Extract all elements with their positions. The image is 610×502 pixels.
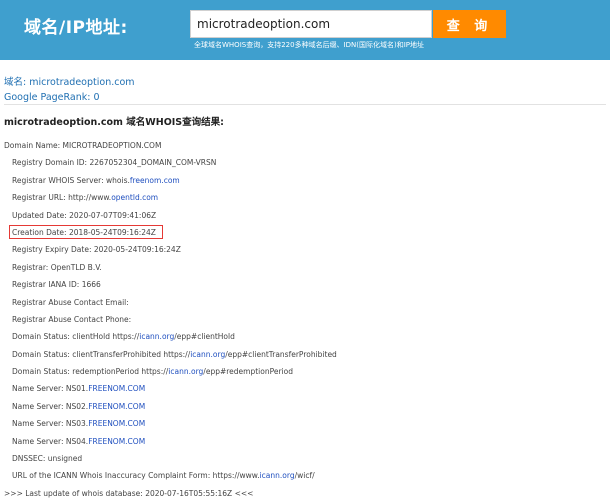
divider bbox=[4, 104, 606, 105]
whois-iana-id: Registrar IANA ID: 1666 bbox=[12, 280, 101, 290]
whois-domain-name: Domain Name: MICROTRADEOPTION.COM bbox=[4, 141, 162, 150]
name-server-text: Name Server: NS02. bbox=[12, 401, 89, 411]
search-header: 域名/IP地址: 查 询 全球域名WHOIS查询，支持220多种域名后缀、IDN… bbox=[0, 0, 610, 60]
whois-registrar-url: Registrar URL: http://www.opentld.com bbox=[4, 189, 337, 206]
header-subtitle: 全球域名WHOIS查询，支持220多种域名后缀、IDN(国际化域名)和IP地址 bbox=[194, 41, 425, 49]
status-text: Domain Status: redemptionPeriod https:// bbox=[12, 367, 169, 377]
status-icann-link[interactable]: icann.org bbox=[139, 332, 174, 341]
whois-registry-domain-id: Registry Domain ID: 2267052304_DOMAIN_CO… bbox=[12, 158, 217, 168]
whois-record: Domain Name: MICROTRADEOPTION.COM Regist… bbox=[4, 137, 337, 502]
result-heading: microtradeoption.com 域名WHOIS查询结果: bbox=[4, 117, 224, 128]
search-button[interactable]: 查 询 bbox=[433, 10, 506, 38]
name-server-link[interactable]: FREENOM.COM bbox=[88, 419, 145, 428]
name-server-link[interactable]: FREENOM.COM bbox=[88, 437, 145, 446]
whois-name-server-1: Name Server: NS01.FREENOM.COM bbox=[4, 380, 337, 397]
status-suffix: /epp#clientTransferProhibited bbox=[225, 349, 337, 359]
icann-form-text: URL of the ICANN Whois Inaccuracy Compla… bbox=[12, 471, 260, 481]
whois-name-server-2: Name Server: NS02.FREENOM.COM bbox=[4, 398, 337, 415]
whois-registrar: Registrar: OpenTLD B.V. bbox=[12, 262, 102, 272]
whois-registrar-url-text: Registrar URL: http://www. bbox=[12, 193, 112, 203]
status-text: Domain Status: clientTransferProhibited … bbox=[12, 349, 191, 359]
whois-status-redemption-period: Domain Status: redemptionPeriod https://… bbox=[4, 363, 337, 380]
name-server-link[interactable]: FREENOM.COM bbox=[88, 402, 145, 411]
whois-status-transfer-prohibited: Domain Status: clientTransferProhibited … bbox=[4, 346, 337, 363]
status-icann-link[interactable]: icann.org bbox=[168, 367, 203, 376]
whois-registrar-server-link[interactable]: freenom.com bbox=[130, 176, 180, 185]
whois-registrar-server: Registrar WHOIS Server: whois.freenom.co… bbox=[4, 172, 337, 189]
whois-updated-date: Updated Date: 2020-07-07T09:41:06Z bbox=[12, 210, 157, 220]
whois-icann-complaint-form: URL of the ICANN Whois Inaccuracy Compla… bbox=[4, 467, 337, 484]
whois-last-update: >>> Last update of whois database: 2020-… bbox=[4, 488, 254, 498]
domain-ip-label: 域名/IP地址: bbox=[24, 18, 128, 38]
name-server-text: Name Server: NS03. bbox=[12, 419, 89, 429]
name-server-text: Name Server: NS01. bbox=[12, 384, 89, 394]
creation-date-highlight bbox=[9, 224, 163, 239]
whois-registrar-url-link[interactable]: opentld.com bbox=[111, 193, 158, 202]
domain-info: 域名: microtradeoption.com Google PageRank… bbox=[4, 75, 135, 105]
whois-registrar-server-text: Registrar WHOIS Server: whois. bbox=[12, 175, 130, 185]
domain-search-input[interactable] bbox=[190, 10, 432, 38]
icann-form-suffix: /wicf/ bbox=[294, 471, 315, 481]
whois-name-server-4: Name Server: NS04.FREENOM.COM bbox=[4, 433, 337, 450]
pagerank-link[interactable]: Google PageRank: 0 bbox=[4, 90, 135, 105]
icann-form-link[interactable]: icann.org bbox=[260, 471, 295, 480]
whois-name-server-3: Name Server: NS03.FREENOM.COM bbox=[4, 415, 337, 432]
name-server-text: Name Server: NS04. bbox=[12, 436, 89, 446]
status-suffix: /epp#redemptionPeriod bbox=[203, 367, 293, 377]
status-text: Domain Status: clientHold https:// bbox=[12, 332, 140, 342]
name-server-link[interactable]: FREENOM.COM bbox=[88, 384, 145, 393]
whois-status-client-hold: Domain Status: clientHold https://icann.… bbox=[4, 328, 337, 345]
whois-expiry-date: Registry Expiry Date: 2020-05-24T09:16:2… bbox=[12, 245, 181, 255]
status-suffix: /epp#clientHold bbox=[174, 332, 235, 342]
whois-abuse-phone: Registrar Abuse Contact Phone: bbox=[12, 314, 132, 324]
domain-link[interactable]: 域名: microtradeoption.com bbox=[4, 75, 135, 90]
whois-creation-date-row: Creation Date: 2018-05-24T09:16:24Z bbox=[4, 224, 337, 241]
status-icann-link[interactable]: icann.org bbox=[190, 350, 225, 359]
whois-abuse-email: Registrar Abuse Contact Email: bbox=[12, 297, 129, 307]
whois-dnssec: DNSSEC: unsigned bbox=[12, 454, 83, 464]
